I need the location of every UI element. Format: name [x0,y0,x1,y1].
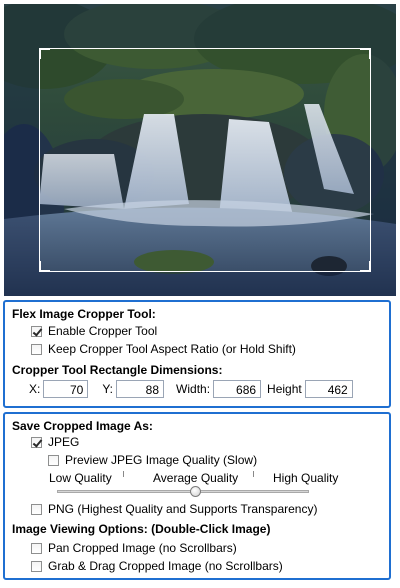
x-label: X: [29,382,41,396]
grab-drag-label: Grab & Drag Cropped Image (no Scrollbars… [48,559,283,573]
preview-quality-checkbox[interactable] [48,454,59,466]
quality-tick [253,471,254,477]
cropper-title: Flex Image Cropper Tool: [12,307,156,321]
width-input[interactable]: 686 [213,380,262,398]
crop-shade-right [371,48,396,272]
crop-handle-top-right[interactable] [360,48,371,59]
grab-drag-row[interactable]: Grab & Drag Cropped Image (no Scrollbars… [31,559,283,573]
viewing-title: Image Viewing Options: (Double-Click Ima… [12,522,271,536]
keep-aspect-label: Keep Cropper Tool Aspect Ratio (or Hold … [48,342,296,356]
save-options-panel: Save Cropped Image As: JPEG Preview JPEG… [3,412,391,580]
dimensions-title: Cropper Tool Rectangle Dimensions: [12,363,223,377]
quality-slider-thumb[interactable] [190,486,202,497]
enable-cropper-checkbox[interactable] [31,325,42,337]
save-title: Save Cropped Image As: [12,419,153,433]
dimensions-row: X: 70 Y: 88 Width: 686 Height 462 [29,380,359,398]
quality-low-label: Low Quality [49,471,112,485]
height-input[interactable]: 462 [304,380,353,398]
quality-slider-track[interactable] [57,490,309,493]
x-input[interactable]: 70 [43,380,89,398]
png-row[interactable]: PNG (Highest Quality and Supports Transp… [31,502,317,516]
y-label: Y: [102,382,114,396]
preview-quality-row[interactable]: Preview JPEG Image Quality (Slow) [48,453,257,467]
crop-shade-left [4,48,39,272]
image-preview[interactable] [4,4,396,296]
preview-quality-label: Preview JPEG Image Quality (Slow) [65,453,258,467]
crop-shade-top [4,4,396,48]
crop-handle-top-left[interactable] [39,48,50,59]
height-label: Height [267,382,302,396]
png-label: PNG (Highest Quality and Supports Transp… [48,502,318,516]
enable-cropper-row[interactable]: Enable Cropper Tool [31,324,157,338]
crop-shade-bottom [4,272,396,296]
crop-handle-bottom-right[interactable] [360,261,371,272]
cropper-settings-panel: Flex Image Cropper Tool: Enable Cropper … [3,300,391,408]
pan-label: Pan Cropped Image (no Scrollbars) [48,541,237,555]
crop-rectangle[interactable] [39,48,371,272]
quality-high-label: High Quality [273,471,339,485]
pan-checkbox[interactable] [31,542,42,554]
png-checkbox[interactable] [31,503,42,515]
jpeg-checkbox[interactable] [31,436,42,448]
jpeg-label: JPEG [48,435,80,449]
keep-aspect-row[interactable]: Keep Cropper Tool Aspect Ratio (or Hold … [31,342,296,356]
quality-average-label: Average Quality [153,471,239,485]
enable-cropper-label: Enable Cropper Tool [48,324,158,338]
quality-slider-labels: Low Quality Average Quality High Quality [49,471,345,487]
keep-aspect-checkbox[interactable] [31,343,42,355]
grab-drag-checkbox[interactable] [31,560,42,572]
quality-tick [123,471,124,477]
y-input[interactable]: 88 [116,380,165,398]
width-label: Width: [176,382,211,396]
jpeg-row[interactable]: JPEG [31,435,79,449]
crop-handle-bottom-left[interactable] [39,261,50,272]
pan-row[interactable]: Pan Cropped Image (no Scrollbars) [31,541,237,555]
